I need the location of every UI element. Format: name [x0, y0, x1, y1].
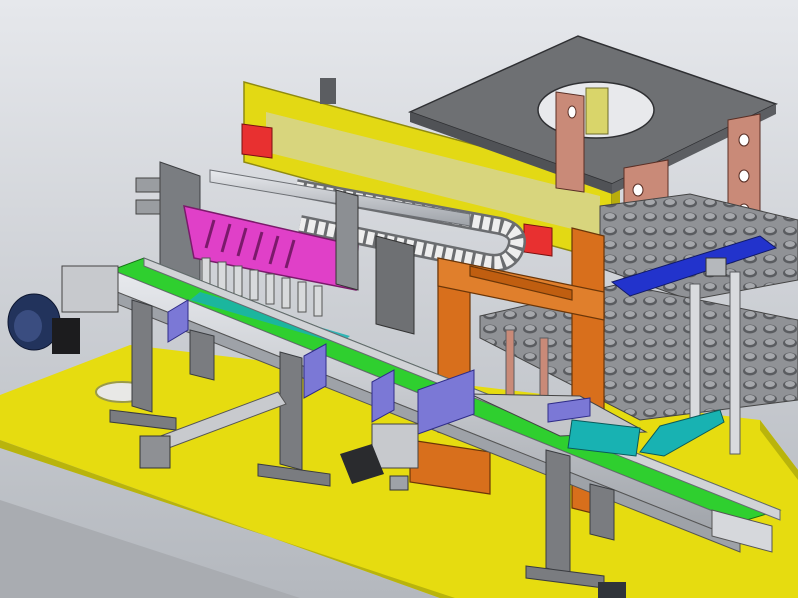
cylinder-mount: [139, 435, 171, 469]
left-cylinder-a: [135, 177, 161, 193]
top-plate-hole-column: [585, 87, 609, 135]
mid-vertical-plate: [375, 235, 415, 335]
left-cylinder-b: [135, 199, 161, 215]
mid-vertical-plate-2: [335, 189, 359, 291]
back-frame-sensor: [320, 78, 336, 104]
cad-scene: [0, 0, 798, 598]
blue-bracket-sensor: [705, 257, 727, 277]
left-red-stop: [241, 123, 273, 159]
floor-stand: [598, 582, 626, 598]
right-red-stop: [523, 223, 553, 257]
